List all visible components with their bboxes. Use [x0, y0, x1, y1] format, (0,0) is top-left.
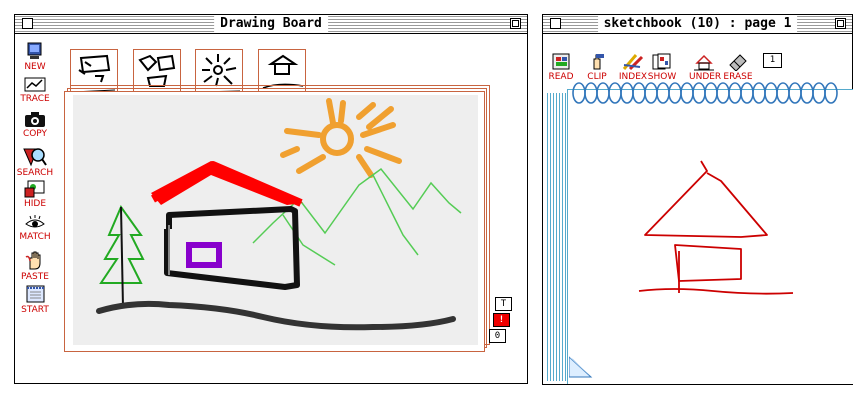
read-tool[interactable]: READ [546, 53, 576, 82]
hide-icon [24, 180, 45, 198]
counter-box: 0 [489, 329, 506, 343]
computer-icon [27, 42, 42, 59]
window-title: Drawing Board [214, 16, 328, 32]
t-button[interactable]: T [495, 297, 512, 311]
eye-icon [25, 215, 45, 228]
trace-icon [24, 77, 46, 92]
close-box[interactable] [550, 18, 561, 29]
book-icon [552, 53, 570, 70]
trace-label: TRACE [20, 94, 50, 104]
sketch-drawing [638, 160, 794, 295]
new-label: NEW [24, 62, 46, 72]
sketchbook-titlebar[interactable]: sketchbook (10) : page 1 [543, 15, 852, 34]
drawing-board-titlebar[interactable]: Drawing Board [15, 15, 527, 34]
start-label: START [21, 305, 49, 315]
hide-tool[interactable]: HIDE [15, 180, 55, 209]
copy-tool[interactable]: COPY [15, 111, 55, 139]
zoom-box[interactable] [835, 18, 846, 29]
pages-icon [652, 53, 671, 70]
paste-tool[interactable]: PASTE [15, 249, 55, 282]
start-tool[interactable]: START [15, 284, 55, 315]
search-tool[interactable]: SEARCH [15, 147, 55, 178]
page-curl[interactable] [569, 355, 593, 379]
index-tool[interactable]: INDEX [618, 53, 648, 82]
window-title: sketchbook (10) : page 1 [597, 16, 798, 32]
alert-button[interactable]: ! [493, 313, 510, 327]
page-number-box[interactable]: 1 [763, 53, 782, 68]
hand-icon [25, 251, 41, 270]
new-tool[interactable]: NEW [15, 41, 55, 72]
magnifier-icon [23, 148, 47, 167]
eraser-icon [729, 54, 747, 71]
under-tool[interactable]: UNDER [689, 53, 721, 82]
zoom-box[interactable] [510, 18, 521, 29]
erase-tool[interactable]: ERASE [723, 53, 753, 82]
hide-label: HIDE [23, 199, 47, 209]
clip-icon [593, 54, 604, 70]
camera-icon [25, 112, 45, 127]
trace-tool[interactable]: TRACE [15, 77, 55, 104]
show-tool[interactable]: SHOW [647, 53, 677, 82]
clip-tool[interactable]: CLIP [582, 53, 612, 82]
paste-label: PASTE [21, 272, 49, 282]
copy-label: COPY [22, 129, 48, 139]
under-icon [694, 54, 714, 71]
drawing-canvas[interactable] [73, 95, 478, 345]
match-tool[interactable]: MATCH [15, 215, 55, 242]
sketchbook-window: sketchbook (10) : page 1 READ CLIP INDEX… [542, 14, 853, 385]
drawing-board-window: Drawing Board NEW TRACE COPY SEARCH HIDE… [14, 14, 528, 384]
pencils-icon [622, 54, 644, 71]
match-label: MATCH [19, 232, 51, 242]
notebook-icon [26, 285, 45, 303]
search-label: SEARCH [16, 168, 54, 178]
close-box[interactable] [22, 18, 33, 29]
spiral-binding [572, 82, 838, 104]
